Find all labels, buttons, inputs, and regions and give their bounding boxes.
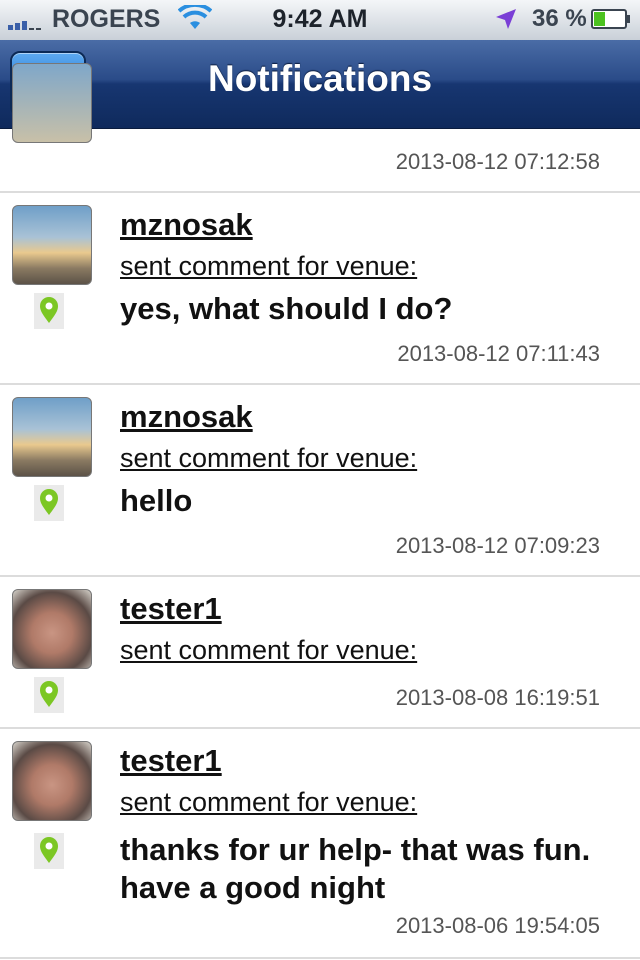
navigation-bar: Notifications — [0, 40, 640, 129]
action-link[interactable]: sent comment for venue: — [120, 635, 417, 666]
message-text: hello — [120, 483, 193, 518]
location-arrow-icon — [496, 9, 516, 29]
list-item[interactable]: mznosak sent comment for venue: hello 20… — [0, 385, 640, 577]
location-pin-icon[interactable] — [34, 293, 64, 329]
message-text: yes, what should I do? — [120, 291, 453, 326]
list-item[interactable]: tester1 sent comment for venue: 2013-08-… — [0, 577, 640, 729]
list-item[interactable]: tester1 sent comment for venue: thanks f… — [0, 729, 640, 959]
page-title: Notifications — [207, 58, 433, 99]
username-link[interactable]: mznosak — [120, 399, 253, 435]
action-link[interactable]: sent comment for venue: — [120, 443, 417, 474]
action-link[interactable]: sent comment for venue: — [120, 251, 417, 282]
timestamp: 2013-08-06 19:54:05 — [395, 913, 600, 938]
username-link[interactable]: tester1 — [120, 591, 222, 627]
message-text: thanks for ur help- that was fun. have a… — [120, 832, 591, 905]
avatar — [12, 63, 92, 143]
avatar[interactable] — [12, 589, 92, 669]
username-link[interactable]: tester1 — [120, 743, 222, 779]
location-pin-icon[interactable] — [34, 485, 64, 521]
battery-percent: 36 % — [532, 5, 587, 32]
location-pin-icon[interactable] — [34, 677, 64, 713]
notification-list[interactable]: 2013-08-12 07:12:58 mznosak sent comment… — [0, 63, 640, 959]
location-pin-icon[interactable] — [34, 833, 64, 869]
status-bar: ROGERS 9:42 AM 36 % — [0, 0, 640, 41]
avatar[interactable] — [12, 205, 92, 285]
list-item[interactable]: 2013-08-12 07:12:58 — [0, 63, 640, 193]
battery-icon — [591, 9, 630, 29]
timestamp: 2013-08-12 07:09:23 — [395, 533, 600, 558]
username-link[interactable]: mznosak — [120, 207, 253, 243]
timestamp: 2013-08-12 07:11:43 — [397, 341, 600, 366]
timestamp: 2013-08-08 16:19:51 — [395, 685, 600, 710]
timestamp: 2013-08-12 07:12:58 — [395, 149, 600, 174]
action-link[interactable]: sent comment for venue: — [120, 787, 417, 818]
avatar[interactable] — [12, 397, 92, 477]
avatar[interactable] — [12, 741, 92, 821]
list-item[interactable]: mznosak sent comment for venue: yes, wha… — [0, 193, 640, 385]
